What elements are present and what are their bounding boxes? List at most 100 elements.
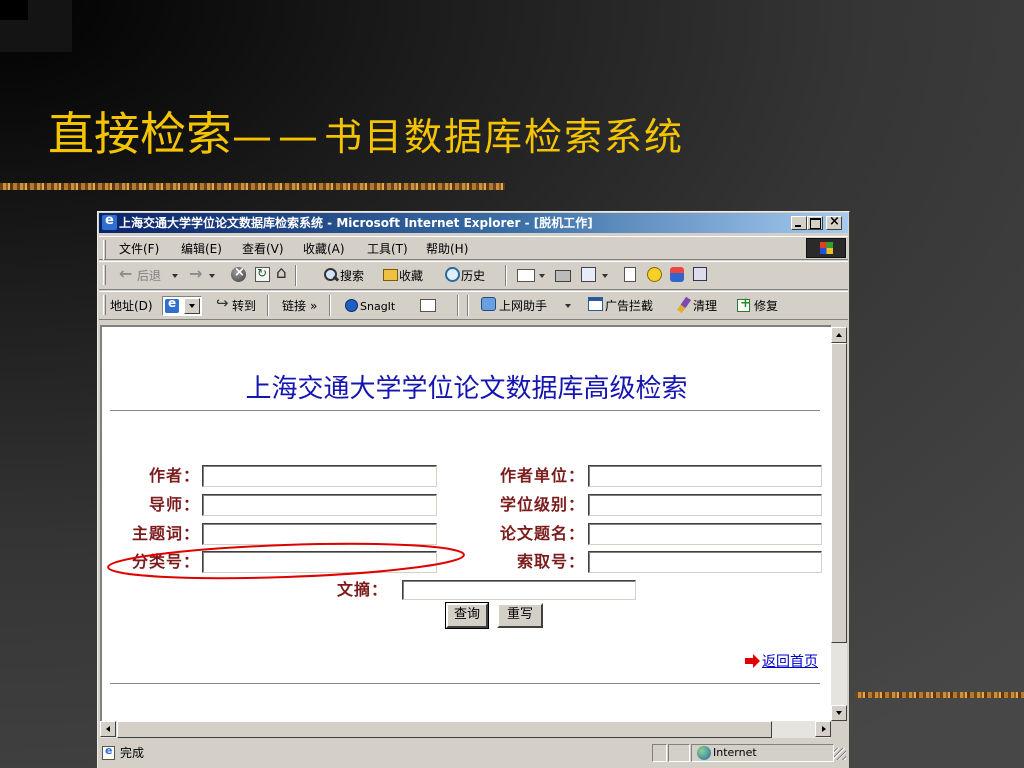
refresh-icon[interactable] — [255, 266, 270, 282]
back-arrow-icon[interactable] — [119, 264, 135, 283]
assistant-button-label[interactable]: 上网助手 — [499, 298, 547, 314]
degree-level-input[interactable] — [588, 494, 822, 516]
address-dropdown-button[interactable] — [184, 298, 200, 314]
go-button-label[interactable]: 转到 — [232, 298, 256, 314]
close-button[interactable] — [826, 215, 842, 230]
annotation-ellipse — [107, 542, 465, 580]
menubar-handle[interactable] — [103, 240, 106, 260]
search-icon[interactable] — [323, 267, 339, 283]
scroll-left-button[interactable] — [100, 721, 116, 737]
menu-file[interactable]: 文件(F) — [119, 241, 159, 257]
vertical-scroll-thumb[interactable] — [831, 343, 847, 643]
address-handle[interactable] — [103, 295, 106, 315]
degree-level-label: 学位级别： — [499, 495, 585, 514]
links-more-chevron[interactable]: » — [310, 298, 317, 314]
favorites-button-label[interactable]: 收藏 — [399, 268, 423, 284]
author-unit-input[interactable] — [588, 465, 822, 487]
security-zone-label: Internet — [713, 746, 757, 759]
print-icon[interactable] — [555, 270, 571, 282]
back-dropdown-icon[interactable] — [172, 274, 178, 278]
research-icon[interactable] — [670, 267, 684, 282]
windows-logo-icon — [806, 238, 846, 258]
decorative-band-top — [0, 183, 505, 190]
slide-title-sub: 书目数据库检索系统 — [324, 115, 685, 159]
edit-icon[interactable] — [581, 267, 596, 282]
mail-dropdown-icon[interactable] — [539, 274, 545, 278]
edit-dropdown-icon[interactable] — [602, 274, 608, 278]
menu-edit[interactable]: 编辑(E) — [181, 241, 222, 257]
address-input[interactable] — [162, 296, 202, 316]
toolbar-separator — [295, 265, 297, 286]
search-button-label[interactable]: 搜索 — [340, 268, 364, 284]
menu-bar: 文件(F) 编辑(E) 查看(V) 收藏(A) 工具(T) 帮助(H) — [99, 236, 848, 260]
toolbar-handle[interactable] — [103, 265, 106, 285]
scroll-down-button[interactable] — [831, 705, 847, 721]
address-separator — [267, 295, 269, 316]
thesis-title-input[interactable] — [588, 523, 822, 545]
divider-top — [110, 410, 820, 411]
messenger-icon[interactable] — [647, 267, 662, 282]
back-button-label[interactable]: 后退 — [137, 268, 161, 284]
discuss-icon[interactable] — [624, 267, 636, 282]
resize-grip-icon[interactable] — [834, 748, 846, 760]
stop-icon[interactable] — [231, 265, 246, 282]
window-titlebar[interactable]: 上海交通大学学位论文数据库检索系统 - Microsoft Internet E… — [99, 213, 848, 233]
scroll-up-button[interactable] — [831, 327, 847, 343]
repair-button-label[interactable]: 修复 — [754, 298, 778, 314]
reset-button[interactable]: 重写 — [497, 603, 543, 628]
menu-favorites[interactable]: 收藏(A) — [303, 241, 345, 257]
address-toolbar: 地址(D) 转到 链接 » SnagIt 上网助手 广告拦截 清理 修复 — [99, 291, 848, 320]
popup-blocker-icon[interactable] — [588, 297, 603, 311]
maximize-button[interactable] — [807, 216, 823, 230]
go-arrow-icon[interactable] — [216, 294, 232, 313]
home-icon[interactable] — [276, 263, 292, 283]
favorites-folder-icon[interactable] — [383, 269, 398, 281]
address-separator — [329, 295, 331, 316]
history-icon[interactable] — [445, 267, 460, 282]
red-arrow-icon — [745, 654, 760, 668]
assistant-dropdown-icon[interactable] — [565, 304, 571, 308]
author-input[interactable] — [202, 465, 437, 487]
browser-window: 上海交通大学学位论文数据库检索系统 - Microsoft Internet E… — [97, 211, 850, 768]
toolbar-separator — [505, 265, 507, 286]
scrollbar-corner — [831, 721, 847, 738]
horizontal-scrollbar[interactable] — [100, 721, 831, 738]
back-home-link[interactable]: 返回首页 — [762, 653, 818, 671]
scroll-right-button[interactable] — [815, 721, 831, 737]
slide-title-main: 直接检索 — [48, 107, 232, 161]
address-separator — [457, 295, 459, 316]
menu-view[interactable]: 查看(V) — [242, 241, 284, 257]
forward-dropdown-icon[interactable] — [209, 274, 215, 278]
links-label[interactable]: 链接 — [282, 298, 306, 314]
standard-toolbar: 后退 搜索 收藏 历史 — [99, 261, 848, 290]
search-button[interactable]: 查询 — [445, 602, 489, 629]
vertical-scrollbar[interactable] — [831, 327, 847, 721]
menu-tools[interactable]: 工具(T) — [367, 241, 408, 257]
page-content: 上海交通大学学位论文数据库高级检索 作者： 作者单位： 导师： 学位级别： 主题… — [100, 325, 831, 721]
assistant-icon[interactable] — [481, 297, 496, 311]
snagit-button-label[interactable]: SnagIt — [360, 299, 395, 315]
call-number-input[interactable] — [588, 551, 822, 573]
history-button-label[interactable]: 历史 — [461, 268, 485, 284]
popup-blocker-label[interactable]: 广告拦截 — [605, 298, 653, 314]
broom-icon[interactable] — [676, 296, 692, 314]
minimize-button[interactable] — [791, 216, 807, 230]
mail-icon[interactable] — [517, 269, 535, 282]
snagit-capture-icon[interactable] — [420, 299, 436, 312]
decorative-band-bottom — [855, 692, 1024, 698]
clean-button-label[interactable]: 清理 — [693, 298, 717, 314]
horizontal-scroll-thumb[interactable] — [117, 721, 772, 738]
repair-plus-icon[interactable] — [737, 296, 751, 312]
thesis-title-label: 论文题名： — [499, 524, 585, 543]
slide-title: 直接检索——书目数据库检索系统 — [48, 104, 684, 175]
ie-icon[interactable] — [102, 213, 117, 230]
snagit-icon[interactable] — [345, 299, 358, 312]
advisor-input[interactable] — [202, 494, 437, 516]
page-status-icon — [102, 744, 115, 760]
media-icon[interactable] — [693, 267, 707, 281]
forward-arrow-icon[interactable] — [189, 264, 205, 283]
author-unit-label: 作者单位： — [499, 466, 585, 485]
call-number-label: 索取号： — [516, 552, 585, 571]
menu-help[interactable]: 帮助(H) — [426, 241, 468, 257]
window-title: 上海交通大学学位论文数据库检索系统 - Microsoft Internet E… — [119, 216, 593, 230]
